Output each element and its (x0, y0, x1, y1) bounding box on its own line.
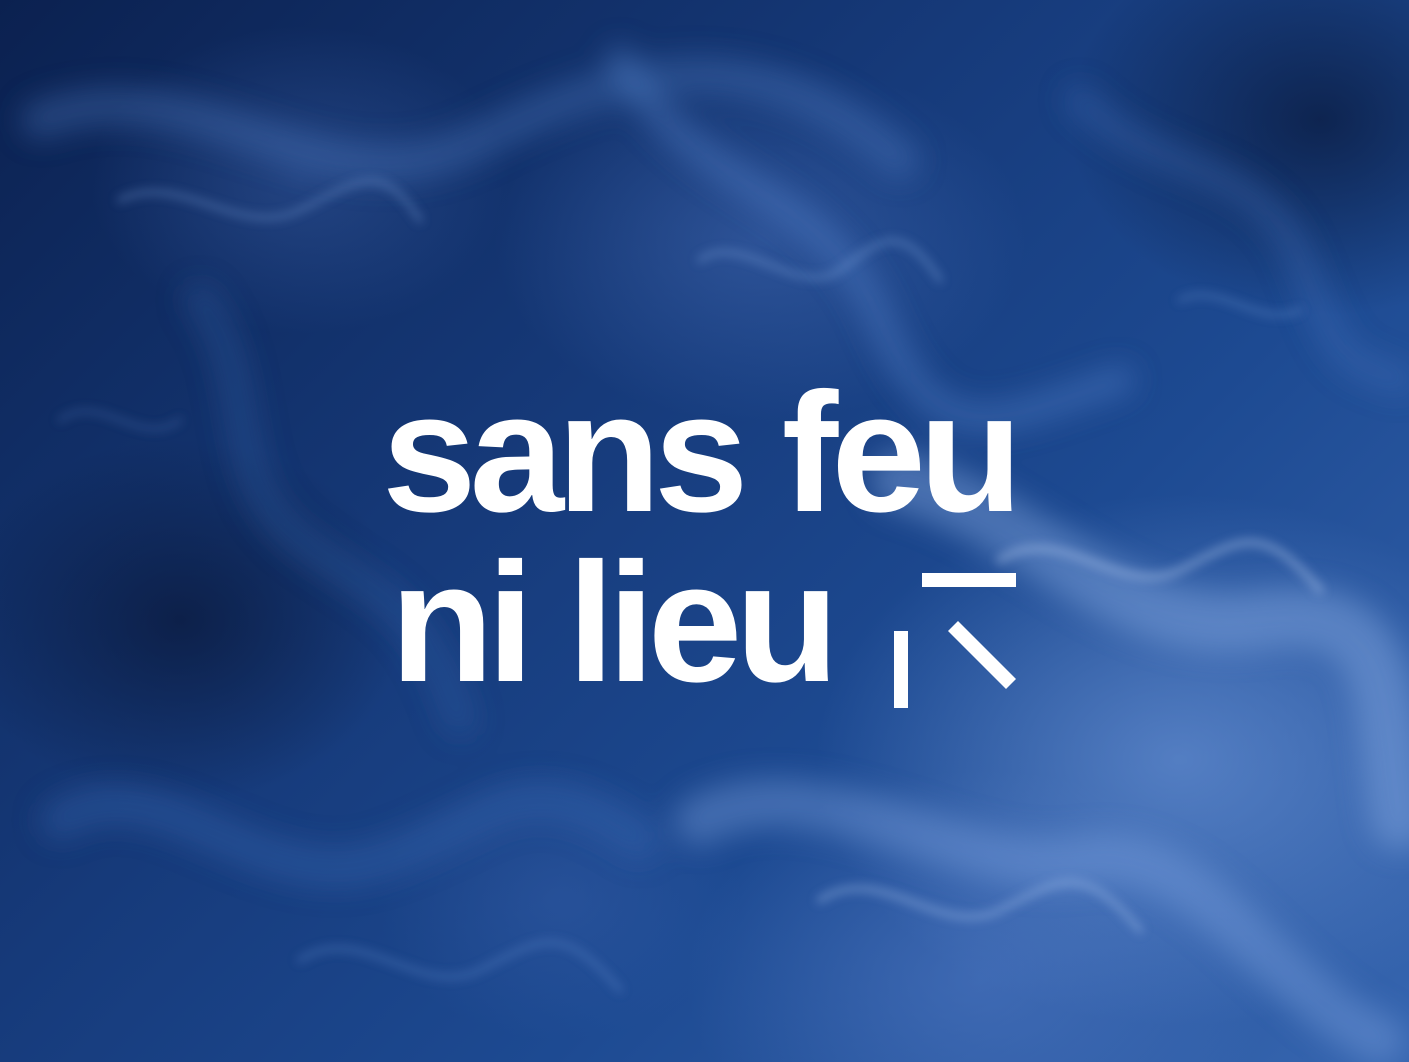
logo-line-1: sans feu (382, 358, 1023, 548)
hero-background: sans feu ni lieu (0, 0, 1409, 1062)
broken-bracket-icon (894, 573, 1016, 708)
logo-line-2: ni lieu (390, 528, 839, 718)
sans-feu-ni-lieu-logo: sans feu ni lieu (382, 368, 1042, 728)
